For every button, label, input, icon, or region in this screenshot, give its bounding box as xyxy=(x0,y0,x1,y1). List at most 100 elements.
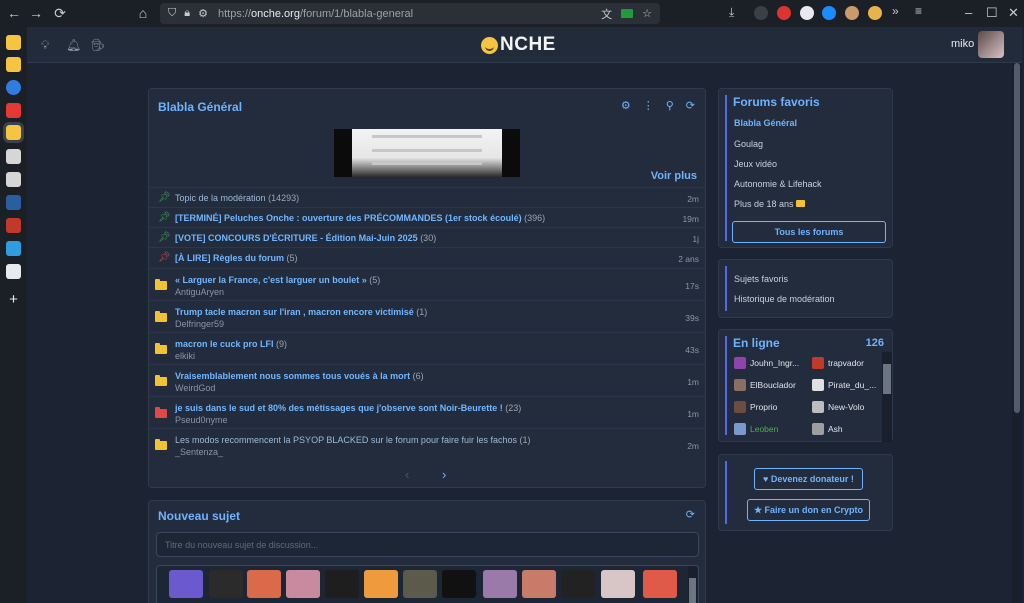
more-vertical-icon[interactable]: ⋮ xyxy=(643,99,654,112)
online-user[interactable]: ElBouclador xyxy=(734,379,796,391)
favorite-forum-item[interactable]: Autonomie & Lifehack xyxy=(734,179,822,189)
online-username[interactable]: Proprio xyxy=(750,402,777,412)
settings-icon[interactable]: ⚙ xyxy=(621,99,631,112)
home-icon[interactable]: ⌂ xyxy=(132,5,154,21)
favorite-forum-item[interactable]: Blabla Général xyxy=(734,118,797,128)
online-user[interactable]: Proprio xyxy=(734,401,777,413)
translate-icon[interactable]: 文 xyxy=(601,6,612,22)
search-icon[interactable]: ⚲ xyxy=(666,99,674,112)
topic-title[interactable]: Trump tacle macron sur l'iran , macron e… xyxy=(175,307,427,317)
shield-icon[interactable]: ⛉ xyxy=(168,7,176,20)
sidebar-app-icon[interactable] xyxy=(6,218,21,233)
all-forums-button[interactable]: Tous les forums xyxy=(732,221,886,243)
sidebar-browser-icon[interactable] xyxy=(6,80,21,95)
topic-row[interactable]: Vraisemblablement nous sommes tous voués… xyxy=(149,364,705,396)
sidebar-b-icon[interactable] xyxy=(6,264,21,279)
address-bar[interactable]: ⛉ 🔒︎ ⚙ https://onche.org/forum/1/blabla-… xyxy=(160,3,660,24)
more-extensions-icon[interactable]: » xyxy=(892,4,906,18)
extension-red-icon[interactable] xyxy=(800,6,814,20)
menu-icon[interactable]: ≡ xyxy=(915,4,929,18)
topic-title[interactable]: « Larguer la France, c'est larguer un bo… xyxy=(175,275,380,285)
topic-row[interactable]: Les modos recommencent la PSYOP BLACKED … xyxy=(149,428,705,462)
favorite-forum-item[interactable]: Plus de 18 ans xyxy=(734,199,806,209)
sticker-scrollbar[interactable] xyxy=(688,566,697,603)
topic-row[interactable]: macron le cuck pro LFI (9) elkiki 43s xyxy=(149,332,705,364)
minimize-icon[interactable]: – xyxy=(965,5,972,20)
close-icon[interactable]: ✕ xyxy=(1008,5,1019,21)
topic-row[interactable]: Trump tacle macron sur l'iran , macron e… xyxy=(149,300,705,332)
online-username[interactable]: New-Volo xyxy=(828,402,864,412)
page-scrollbar[interactable] xyxy=(1012,63,1022,603)
site-logo[interactable]: NCHE xyxy=(481,34,556,56)
forum-banner[interactable] xyxy=(334,129,520,177)
topic-title[interactable]: je suis dans le sud et 80% des métissage… xyxy=(175,403,521,413)
online-user[interactable]: Ash xyxy=(812,423,843,435)
topic-row[interactable]: 📌︎ Topic de la modération (14293) 2m xyxy=(149,187,705,207)
sticker[interactable] xyxy=(601,570,635,598)
download-icon[interactable]: ⤓ xyxy=(729,5,743,19)
topic-row[interactable]: « Larguer la France, c'est larguer un bo… xyxy=(149,268,705,300)
online-user[interactable]: Leoben xyxy=(734,423,778,435)
lock-icon[interactable]: 🔒︎ xyxy=(184,7,190,20)
topic-title[interactable]: Les modos recommencent la PSYOP BLACKED … xyxy=(175,435,531,445)
username[interactable]: miko xyxy=(951,38,974,50)
sticker-picker[interactable] xyxy=(156,565,699,603)
online-user[interactable]: trapvador xyxy=(812,357,864,369)
sticker[interactable] xyxy=(643,570,677,598)
topic-author[interactable]: WeirdGod xyxy=(175,383,215,393)
become-donor-button[interactable]: ♥ Devenez donateur ! xyxy=(754,468,863,490)
sidebar-plane-icon[interactable] xyxy=(6,241,21,256)
refresh-icon[interactable]: ⟳ xyxy=(686,508,695,521)
topic-row[interactable]: je suis dans le sud et 80% des métissage… xyxy=(149,396,705,428)
sidebar-onche-icon[interactable] xyxy=(6,35,21,50)
adblock-icon[interactable] xyxy=(777,6,791,20)
back-icon[interactable]: ← xyxy=(3,5,25,21)
sticker[interactable] xyxy=(403,570,437,598)
topic-author[interactable]: Pseud0nyme xyxy=(175,415,228,425)
favorite-topics-link[interactable]: Sujets favoris xyxy=(734,274,788,284)
forward-icon[interactable]: → xyxy=(25,5,47,21)
sidebar-onche-active-icon[interactable] xyxy=(3,122,24,143)
sidebar-onche-icon[interactable] xyxy=(6,57,21,72)
crypto-donate-button[interactable]: ★ Faire un don en Crypto xyxy=(747,499,870,521)
topic-title[interactable]: [TERMINÉ] Peluches Onche : ouverture des… xyxy=(175,213,545,223)
extension-face-icon[interactable] xyxy=(845,6,859,20)
previous-page-button[interactable]: ‹ xyxy=(405,467,409,482)
sidebar-add-icon[interactable]: + xyxy=(6,292,21,307)
topic-row[interactable]: 📌︎ [TERMINÉ] Peluches Onche : ouverture d… xyxy=(149,207,705,227)
topic-author[interactable]: _Sentenza_ xyxy=(175,447,223,457)
topic-author[interactable]: Delfringer59 xyxy=(175,319,224,329)
extension-avatar-icon[interactable] xyxy=(868,6,882,20)
online-user[interactable]: Jouhn_Ingr... xyxy=(734,357,799,369)
topic-author[interactable]: elkiki xyxy=(175,351,195,361)
sticker[interactable] xyxy=(325,570,359,598)
sidebar-steam-icon[interactable] xyxy=(6,195,21,210)
user-avatar[interactable] xyxy=(978,31,1004,58)
sticker[interactable] xyxy=(442,570,476,598)
sidebar-stack-icon[interactable] xyxy=(6,172,21,187)
next-page-button[interactable]: › xyxy=(442,467,446,482)
sticker[interactable] xyxy=(364,570,398,598)
maximize-icon[interactable]: ☐ xyxy=(986,5,998,21)
online-username[interactable]: trapvador xyxy=(828,358,864,368)
sticker[interactable] xyxy=(522,570,556,598)
favorite-forum-item[interactable]: Jeux vidéo xyxy=(734,159,777,169)
online-username[interactable]: Pirate_du_... xyxy=(828,380,876,390)
extensions-icon[interactable] xyxy=(754,6,768,20)
online-username[interactable]: ElBouclador xyxy=(750,380,796,390)
topic-title[interactable]: macron le cuck pro LFI (9) xyxy=(175,339,287,349)
url-text[interactable]: https://onche.org/forum/1/blabla-general xyxy=(218,8,413,20)
extension-blue-icon[interactable] xyxy=(822,6,836,20)
sidebar-youtube-icon[interactable] xyxy=(6,103,21,118)
topic-row[interactable]: 📌︎ [VOTE] CONCOURS D'ÉCRITURE - Édition M… xyxy=(149,227,705,247)
sticker[interactable] xyxy=(286,570,320,598)
favorite-forum-item[interactable]: Goulag xyxy=(734,139,763,149)
online-user[interactable]: Pirate_du_... xyxy=(812,379,876,391)
reload-icon[interactable]: ⟳ xyxy=(49,5,71,22)
topic-author[interactable]: AntiguAryen xyxy=(175,287,224,297)
topic-row[interactable]: 📌︎ [À LIRE] Règles du forum (5) 2 ans xyxy=(149,247,705,268)
star-icon[interactable]: ☆ xyxy=(642,7,652,20)
online-user[interactable]: New-Volo xyxy=(812,401,864,413)
refresh-icon[interactable]: ⟳ xyxy=(686,99,695,112)
online-username[interactable]: Ash xyxy=(828,424,843,434)
